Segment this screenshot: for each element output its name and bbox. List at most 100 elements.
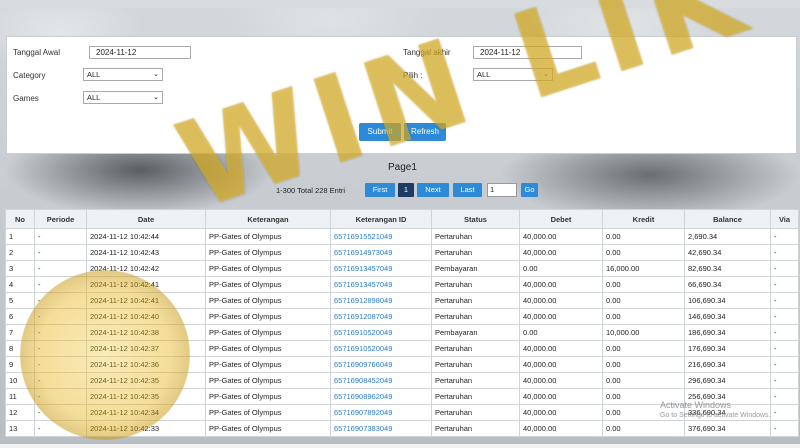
table-cell: 2: [5, 244, 35, 261]
table-cell: -: [34, 244, 87, 261]
table-cell: 66,690.34: [684, 276, 771, 293]
go-button[interactable]: Go: [521, 183, 538, 197]
table-row: 5-2024-11-12 10:42:41 PP-Gates of Olympus…: [5, 292, 799, 309]
col-header-kredit[interactable]: Kredit: [602, 209, 685, 229]
table-cell: 8: [5, 340, 35, 357]
table-cell: PP-Gates of Olympus: [205, 308, 331, 325]
table-cell: -: [34, 308, 87, 325]
table-cell[interactable]: 65716915521049: [330, 228, 432, 245]
pilih-select[interactable]: ALL ⌄: [473, 68, 553, 81]
table-cell[interactable]: 65716913457049: [330, 276, 432, 293]
windows-activation-title: Activate Windows: [660, 400, 732, 410]
page-number-input[interactable]: 1: [487, 183, 517, 197]
table-cell: Pertaruhan: [431, 244, 520, 261]
table-cell: 40,000.00: [519, 308, 603, 325]
table-cell: -: [770, 260, 799, 277]
table-cell: PP-Gates of Olympus: [205, 340, 331, 357]
col-header-keterangan-id[interactable]: Keterangan ID: [330, 209, 432, 229]
category-select[interactable]: ALL ⌄: [83, 68, 163, 81]
table-cell: 10,000.00: [602, 324, 685, 341]
pilih-label: Pilih :: [403, 71, 423, 80]
col-header-status[interactable]: Status: [431, 209, 520, 229]
end-date-label: Tanggal akhir: [403, 48, 451, 57]
start-date-label: Tanggal Awal: [13, 48, 60, 57]
table-cell: 186,690.34: [684, 324, 771, 341]
table-cell: 2024-11-12 10:42:34: [86, 404, 206, 421]
table-cell: Pertaruhan: [431, 356, 520, 373]
table-cell: 0.00: [602, 308, 685, 325]
table-cell[interactable]: 65716910520049: [330, 340, 432, 357]
table-cell: -: [34, 356, 87, 373]
last-page-button[interactable]: Last: [453, 183, 482, 197]
table-cell: 2024-11-12 10:42:35: [86, 388, 206, 405]
submit-button[interactable]: Submit: [359, 123, 401, 141]
games-select[interactable]: ALL ⌄: [83, 91, 163, 104]
col-header-balance[interactable]: Balance: [684, 209, 771, 229]
table-cell: 2024-11-12 10:42:41: [86, 276, 206, 293]
end-date-input[interactable]: 2024-11-12: [473, 46, 582, 59]
table-cell[interactable]: 65716912087049: [330, 308, 432, 325]
table-cell: -: [770, 324, 799, 341]
col-header-via[interactable]: Via: [770, 209, 799, 229]
col-header-debet[interactable]: Debet: [519, 209, 603, 229]
table-cell: -: [770, 244, 799, 261]
first-page-button[interactable]: First: [365, 183, 395, 197]
table-cell[interactable]: 65716907383049: [330, 420, 432, 437]
table-cell: 40,000.00: [519, 292, 603, 309]
next-page-button[interactable]: Next: [417, 183, 449, 197]
table-cell: Pertaruhan: [431, 372, 520, 389]
table-cell: 0.00: [519, 324, 603, 341]
entries-info: 1-300 Total 228 Entri: [276, 186, 346, 195]
table-cell: 106,690.34: [684, 292, 771, 309]
current-page-button[interactable]: 1: [398, 183, 414, 197]
table-row: 8-2024-11-12 10:42:37 PP-Gates of Olympus…: [5, 340, 799, 357]
table-cell[interactable]: 65716910520049: [330, 324, 432, 341]
table-cell: -: [34, 260, 87, 277]
table-cell: -: [770, 420, 799, 437]
table-cell: 40,000.00: [519, 356, 603, 373]
table-cell: 376,690.34: [684, 420, 771, 437]
col-header-no[interactable]: No: [5, 209, 35, 229]
table-cell[interactable]: 65716907892049: [330, 404, 432, 421]
table-cell[interactable]: 65716913457049: [330, 260, 432, 277]
table-header-row: No Periode Date Keterangan Keterangan ID…: [5, 209, 799, 229]
table-cell: 40,000.00: [519, 340, 603, 357]
filter-panel: Tanggal Awal 2024-11-12 Tanggal akhir 20…: [6, 36, 797, 154]
games-select-value: ALL: [87, 93, 101, 102]
col-header-keterangan[interactable]: Keterangan: [205, 209, 331, 229]
table-row: 6-2024-11-12 10:42:40 PP-Gates of Olympus…: [5, 308, 799, 325]
table-cell[interactable]: 65716908962049: [330, 388, 432, 405]
table-cell: PP-Gates of Olympus: [205, 228, 331, 245]
col-header-periode[interactable]: Periode: [34, 209, 87, 229]
table-cell[interactable]: 65716908452049: [330, 372, 432, 389]
table-cell: 40,000.00: [519, 372, 603, 389]
col-header-date[interactable]: Date: [86, 209, 206, 229]
table-cell[interactable]: 65716909766049: [330, 356, 432, 373]
table-cell: -: [770, 404, 799, 421]
table-cell: -: [34, 404, 87, 421]
table-cell: 2024-11-12 10:42:43: [86, 244, 206, 261]
refresh-button[interactable]: Refresh: [404, 123, 446, 141]
table-cell: PP-Gates of Olympus: [205, 244, 331, 261]
table-cell: 3: [5, 260, 35, 277]
table-cell: 40,000.00: [519, 420, 603, 437]
table-row: 3-2024-11-12 10:42:42 PP-Gates of Olympus…: [5, 260, 799, 277]
table-cell: 2024-11-12 10:42:38: [86, 324, 206, 341]
table-cell: -: [770, 340, 799, 357]
table-row: 4-2024-11-12 10:42:41 PP-Gates of Olympus…: [5, 276, 799, 293]
table-cell: 0.00: [602, 276, 685, 293]
table-cell: PP-Gates of Olympus: [205, 404, 331, 421]
table-row: 10-2024-11-12 10:42:35 PP-Gates of Olympu…: [5, 372, 799, 389]
table-cell[interactable]: 65716914973049: [330, 244, 432, 261]
start-date-input[interactable]: 2024-11-12: [89, 46, 191, 59]
category-label: Category: [13, 71, 46, 80]
table-cell: 5: [5, 292, 35, 309]
table-cell: -: [34, 388, 87, 405]
table-cell: PP-Gates of Olympus: [205, 276, 331, 293]
table-cell: 6: [5, 308, 35, 325]
table-cell: 2024-11-12 10:42:33: [86, 420, 206, 437]
table-cell: PP-Gates of Olympus: [205, 260, 331, 277]
table-cell: PP-Gates of Olympus: [205, 388, 331, 405]
table-cell[interactable]: 65716912898049: [330, 292, 432, 309]
chevron-down-icon: ⌄: [153, 94, 159, 101]
